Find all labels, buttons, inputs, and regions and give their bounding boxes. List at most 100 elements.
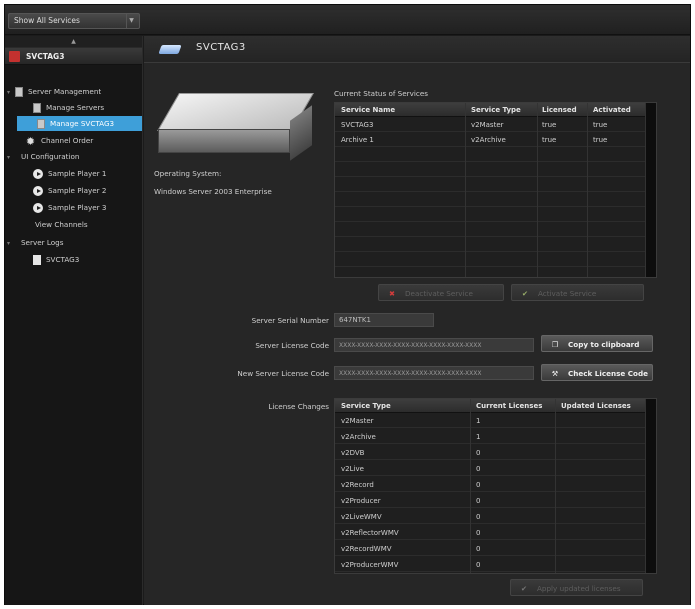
expand-icon[interactable]: ▾ xyxy=(7,85,15,100)
serial-number-field[interactable]: 647NTK1 xyxy=(334,313,434,327)
cell-service-type: v2LiveWMV xyxy=(341,513,382,521)
column-header[interactable]: Service Type xyxy=(341,399,391,413)
gear-icon: ✹ xyxy=(25,134,36,148)
column-header[interactable]: Service Type xyxy=(471,103,521,117)
server-tag-icon xyxy=(9,51,20,62)
activate-service-button[interactable]: ✔ Activate Service xyxy=(511,284,644,301)
copy-to-clipboard-button[interactable]: ❐ Copy to clipboard xyxy=(541,335,653,352)
table-row[interactable]: v2Archive 1 xyxy=(335,430,645,444)
license-code-label: Server License Code xyxy=(255,341,329,350)
cell-current-licenses: 0 xyxy=(476,561,481,569)
check-icon: ✔ xyxy=(521,289,529,298)
sidebar-item-server-logs[interactable]: ▾ Server Logs xyxy=(7,235,63,250)
column-header[interactable]: Service Name xyxy=(341,103,395,117)
cell-current-licenses: 0 xyxy=(476,545,481,553)
table-row[interactable]: v2DVB 0 xyxy=(335,446,645,460)
table-row[interactable]: v2Live 0 xyxy=(335,462,645,476)
sidebar-item-channel-order[interactable]: ✹ Channel Order xyxy=(25,133,93,148)
license-changes-label: License Changes xyxy=(268,402,329,411)
sidebar-item-sample-player-1[interactable]: Sample Player 1 xyxy=(33,166,106,181)
cell-current-licenses: 0 xyxy=(476,449,481,457)
app-window: Show All Services ▼ ▲ SVCTAG3 ▾ Server Ma… xyxy=(4,4,691,605)
cell-service-type: v2DVB xyxy=(341,449,365,457)
table-row[interactable]: SVCTAG3 v2Master true true xyxy=(335,118,645,132)
cell-service-type: v2ProducerWMV xyxy=(341,561,399,569)
license-code-field[interactable]: XXXX-XXXX-XXXX-XXXX-XXXX-XXXX-XXXX-XXXX xyxy=(334,338,534,352)
sidebar-item-server-management[interactable]: ▾ Server Management xyxy=(7,84,101,99)
deactivate-service-button[interactable]: ✖ Deactivate Service xyxy=(378,284,504,301)
copy-to-clipboard-label: Copy to clipboard xyxy=(568,340,640,349)
table-row[interactable]: v2Master 1 xyxy=(335,414,645,428)
play-icon xyxy=(33,169,43,179)
column-header[interactable]: Current Licenses xyxy=(476,399,542,413)
license-changes-table: Service Type Current Licenses Updated Li… xyxy=(334,398,657,574)
cell-current-licenses: 1 xyxy=(476,417,481,425)
scrollbar[interactable] xyxy=(645,399,656,573)
cell-service-type: v2ReflectorWMV xyxy=(341,529,399,537)
table-row-empty xyxy=(335,178,645,192)
table-row-empty xyxy=(335,163,645,177)
server-icon xyxy=(158,45,182,54)
column-header[interactable]: Activated xyxy=(593,103,631,117)
table-row[interactable]: v2Record 0 xyxy=(335,478,645,492)
column-header[interactable]: Updated Licenses xyxy=(561,399,631,413)
main-panel: SVCTAG3 Operating System: Windows Server… xyxy=(144,36,690,605)
table-row[interactable]: v2RecordWMV 0 xyxy=(335,542,645,556)
sidebar-item-label: Sample Player 3 xyxy=(48,203,107,212)
cell-current-licenses: 0 xyxy=(476,465,481,473)
cell-service-type: v2Archive xyxy=(341,433,376,441)
document-icon xyxy=(33,255,41,265)
table-row[interactable]: v2ReflectorWMV 0 xyxy=(335,526,645,540)
cell-service-name: SVCTAG3 xyxy=(341,121,374,129)
table-header: Service Type Current Licenses Updated Li… xyxy=(335,399,645,413)
sidebar-item-label: UI Configuration xyxy=(21,152,80,161)
table-row[interactable]: Archive 1 v2Archive true true xyxy=(335,133,645,147)
check-license-code-label: Check License Code xyxy=(568,369,648,378)
expand-icon[interactable]: ▾ xyxy=(7,236,15,251)
table-row[interactable]: v2Producer 0 xyxy=(335,494,645,508)
cell-service-type: v2Record xyxy=(341,481,374,489)
sidebar-header[interactable]: SVCTAG3 xyxy=(5,48,142,65)
services-filter-label: Show All Services xyxy=(14,16,80,25)
table-header: Service Name Service Type Licensed Activ… xyxy=(335,103,645,117)
table-row-empty xyxy=(335,223,645,237)
cell-service-type: v2Archive xyxy=(471,136,506,144)
cell-current-licenses: 0 xyxy=(476,497,481,505)
server-icon xyxy=(37,119,45,129)
cell-licensed: true xyxy=(542,121,557,129)
server-image xyxy=(157,83,314,161)
sidebar-item-label: Channel Order xyxy=(41,136,94,145)
apply-updated-licenses-button[interactable]: ✔ Apply updated licenses xyxy=(510,579,643,596)
table-row[interactable]: v2LiveWMV 0 xyxy=(335,510,645,524)
check-license-code-button[interactable]: ⚒ Check License Code xyxy=(541,364,653,381)
play-icon xyxy=(33,203,43,213)
cell-service-type: v2RecordWMV xyxy=(341,545,392,553)
sidebar-item-manage-svctag3[interactable]: Manage SVCTAG3 xyxy=(17,116,142,131)
table-row[interactable]: v2ProducerWMV 0 xyxy=(335,558,645,572)
os-value: Windows Server 2003 Enterprise xyxy=(154,187,272,196)
sidebar-item-view-channels[interactable]: View Channels xyxy=(35,217,88,232)
column-header[interactable]: Licensed xyxy=(542,103,577,117)
sidebar-item-label: Sample Player 2 xyxy=(48,186,107,195)
sidebar: ▲ SVCTAG3 ▾ Server Management Manage Serv… xyxy=(5,36,143,605)
sidebar-item-sample-player-2[interactable]: Sample Player 2 xyxy=(33,183,106,198)
x-icon: ✖ xyxy=(388,289,396,298)
sidebar-item-manage-servers[interactable]: Manage Servers xyxy=(33,100,104,115)
sidebar-item-label: Sample Player 1 xyxy=(48,169,107,178)
sidebar-item-label: Manage Servers xyxy=(46,103,105,112)
new-license-code-input[interactable]: XXXX-XXXX-XXXX-XXXX-XXXX-XXXX-XXXX-XXXX xyxy=(334,366,534,380)
scrollbar[interactable] xyxy=(645,103,656,277)
cell-current-licenses: 0 xyxy=(476,481,481,489)
expand-icon[interactable]: ▾ xyxy=(7,150,15,165)
sidebar-item-log-svctag3[interactable]: SVCTAG3 xyxy=(33,252,79,267)
sidebar-item-ui-configuration[interactable]: ▾ UI Configuration xyxy=(7,149,79,164)
services-filter-select[interactable]: Show All Services ▼ xyxy=(8,13,140,29)
sidebar-item-sample-player-3[interactable]: Sample Player 3 xyxy=(33,200,106,215)
cell-licensed: true xyxy=(542,136,557,144)
collapse-icon[interactable]: ▲ xyxy=(5,36,142,48)
new-license-code-label: New Server License Code xyxy=(237,369,329,378)
sidebar-item-label: Manage SVCTAG3 xyxy=(50,119,115,128)
status-table-caption: Current Status of Services xyxy=(334,89,428,98)
cell-service-type: v2Live xyxy=(341,465,364,473)
cell-service-type: v2Master xyxy=(341,417,374,425)
